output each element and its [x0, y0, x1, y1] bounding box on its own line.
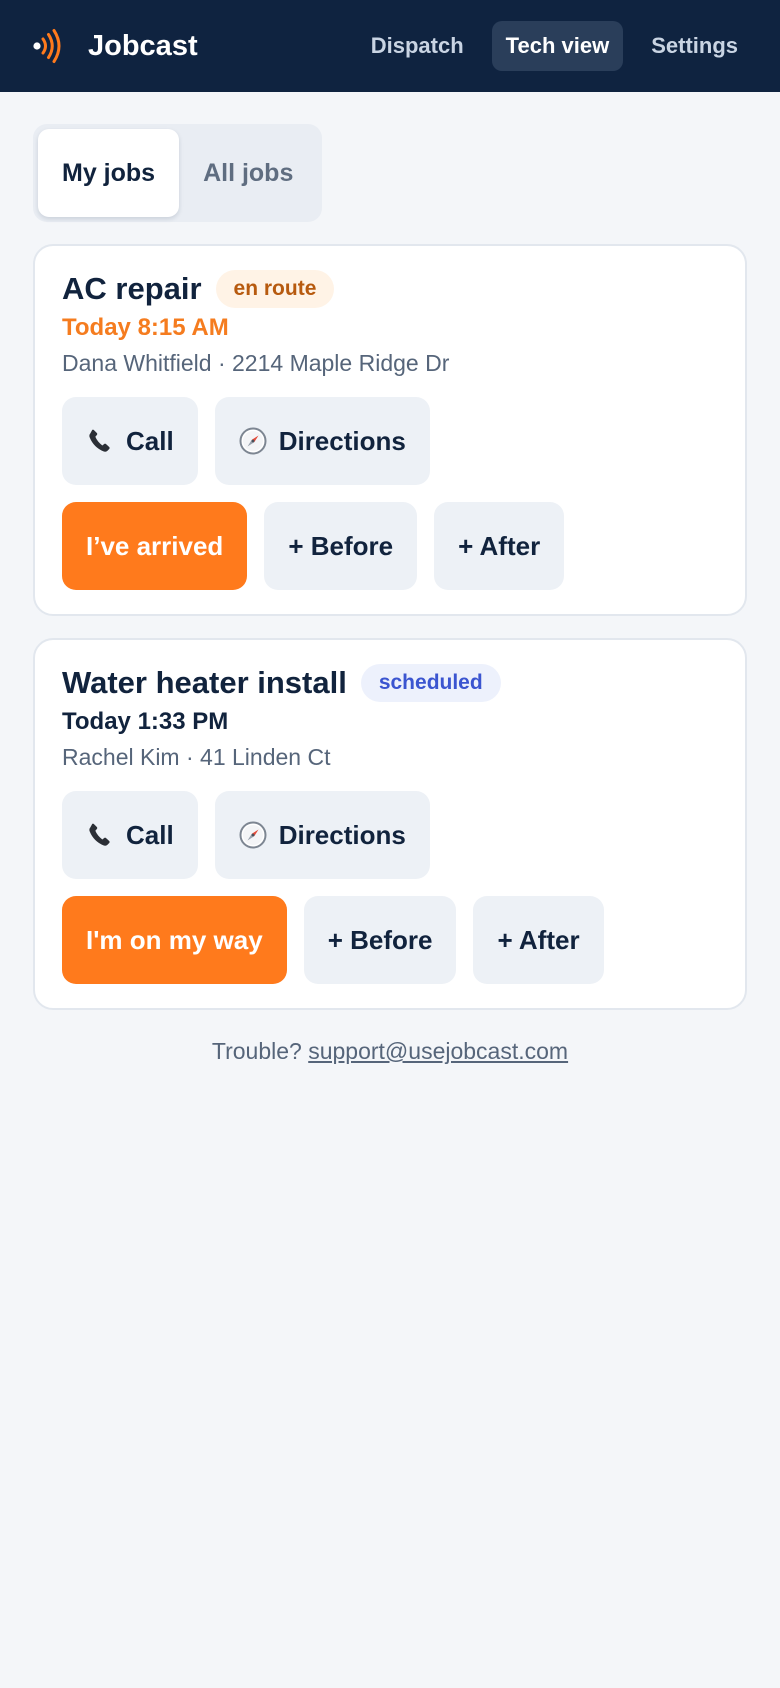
call-button[interactable]: Call: [62, 791, 198, 879]
tab-my-jobs[interactable]: My jobs: [38, 129, 180, 217]
directions-button-label: Directions: [278, 819, 406, 850]
add-after-photo-button[interactable]: + After: [473, 896, 604, 984]
directions-button-label: Directions: [278, 425, 406, 456]
job-actions: I’ve arrived + Before + After: [62, 502, 718, 590]
support-prefix: Trouble?: [211, 1038, 302, 1064]
nav-settings[interactable]: Settings: [637, 21, 752, 71]
on-my-way-button[interactable]: I'm on my way: [62, 896, 287, 984]
nav-dispatch[interactable]: Dispatch: [357, 21, 478, 71]
job-card-header: AC repair en route: [62, 270, 718, 308]
add-before-photo-button[interactable]: + Before: [303, 896, 457, 984]
call-button[interactable]: Call: [62, 397, 198, 485]
tab-all-jobs[interactable]: All jobs: [179, 129, 317, 217]
job-scope-tabs: My jobs All jobs: [33, 124, 323, 222]
job-title: AC repair: [62, 271, 202, 306]
call-button-label: Call: [126, 425, 174, 456]
call-button-label: Call: [126, 819, 174, 850]
job-time: Today 1:33 PM: [62, 708, 229, 735]
status-badge: en route: [215, 270, 335, 308]
contact-actions: Call Directions: [62, 791, 718, 879]
directions-button[interactable]: Directions: [214, 397, 430, 485]
compass-icon: [239, 427, 267, 455]
main-content: My jobs All jobs AC repair en route Toda…: [0, 92, 780, 1065]
phone-icon: [89, 429, 110, 452]
job-card: AC repair en route Today 8:15 AM Dana Wh…: [33, 244, 747, 616]
support-footer: Trouble? support@usejobcast.com: [33, 1038, 747, 1065]
brand[interactable]: Jobcast: [32, 28, 198, 64]
job-card: Water heater install scheduled Today 1:3…: [33, 638, 747, 1010]
job-title: Water heater install: [62, 665, 347, 700]
top-bar: Jobcast Dispatch Tech view Settings: [0, 0, 780, 92]
add-before-photo-button[interactable]: + Before: [264, 502, 418, 590]
nav-tech-view[interactable]: Tech view: [491, 21, 624, 71]
job-time: Today 8:15 AM: [62, 314, 229, 341]
arrived-button[interactable]: I’ve arrived: [62, 502, 248, 590]
job-actions: I'm on my way + Before + After: [62, 896, 718, 984]
job-card-header: Water heater install scheduled: [62, 664, 718, 702]
directions-button[interactable]: Directions: [214, 791, 430, 879]
compass-icon: [239, 821, 267, 849]
job-customer-address: Rachel Kim · 41 Linden Ct: [62, 744, 331, 770]
status-badge: scheduled: [360, 664, 501, 702]
job-customer-address: Dana Whitfield · 2214 Maple Ridge Dr: [62, 350, 450, 376]
broadcast-icon: [33, 29, 61, 63]
phone-icon: [89, 823, 110, 846]
add-after-photo-button[interactable]: + After: [434, 502, 565, 590]
main-nav: Dispatch Tech view Settings: [357, 21, 752, 71]
app-name: Jobcast: [88, 29, 198, 62]
support-email-link[interactable]: support@usejobcast.com: [308, 1038, 568, 1064]
contact-actions: Call Directions: [62, 397, 718, 485]
